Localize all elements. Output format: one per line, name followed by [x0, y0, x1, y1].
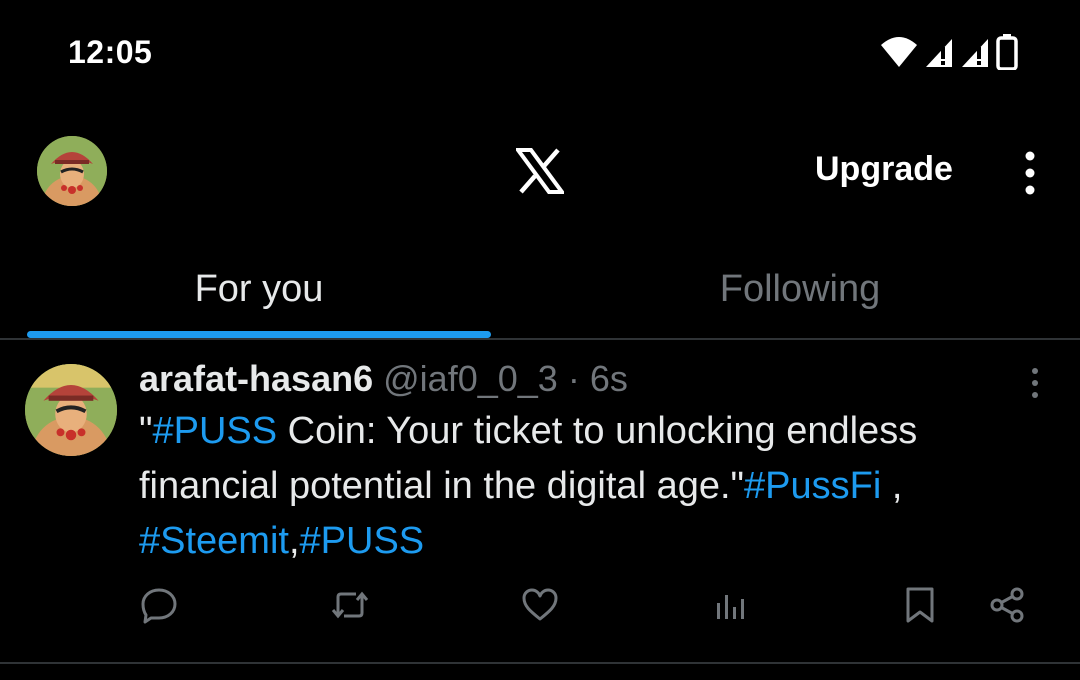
tweet-author-name[interactable]: arafat-hasan6	[139, 358, 373, 399]
tweet-text-segment: ,	[881, 465, 903, 507]
status-bar: 12:05	[0, 0, 1080, 110]
hashtag-link[interactable]: #Steemit	[139, 520, 289, 562]
views-button[interactable]	[710, 585, 750, 625]
tweet-divider	[0, 662, 1080, 664]
upgrade-button[interactable]: Upgrade	[815, 150, 953, 189]
status-time: 12:05	[68, 34, 153, 70]
more-vertical-icon[interactable]	[1018, 150, 1042, 196]
hashtag-link[interactable]: #PUSS	[300, 520, 425, 562]
retweet-button[interactable]	[330, 585, 370, 625]
tweet-text-quote: "	[139, 410, 153, 452]
timeline-tabs: For you Following	[0, 250, 1080, 340]
tweet-header: arafat-hasan6 @iaf0_0_3 · 6s	[139, 358, 628, 400]
tweet-more-icon[interactable]	[1024, 366, 1046, 400]
share-icon	[990, 587, 1024, 623]
bookmark-icon	[906, 587, 934, 623]
reply-icon	[141, 588, 177, 624]
tweet-timestamp: 6s	[589, 358, 628, 399]
cell-signal-icon	[962, 39, 988, 67]
tab-selected-indicator	[27, 331, 491, 338]
cell-signal-icon	[926, 39, 952, 67]
battery-icon	[996, 34, 1018, 70]
tweet-text-segment: ,	[288, 520, 300, 562]
profile-avatar[interactable]	[37, 136, 107, 206]
tab-for-you[interactable]: For you	[0, 268, 518, 311]
tab-following[interactable]: Following	[540, 268, 1060, 311]
tweet-separator: ·	[567, 358, 580, 399]
share-button[interactable]	[987, 585, 1027, 625]
like-button[interactable]	[520, 585, 560, 625]
views-icon	[717, 595, 744, 619]
x-logo-icon[interactable]	[516, 148, 564, 194]
hashtag-link[interactable]: #PUSS	[153, 410, 278, 452]
tweet-text: "#PUSS Coin: Your ticket to unlocking en…	[139, 404, 1059, 569]
hashtag-link[interactable]: #PussFi	[744, 465, 881, 507]
like-icon	[522, 588, 558, 621]
top-app-bar: Upgrade	[0, 120, 1080, 230]
tweet-author-handle[interactable]: @iaf0_0_3	[383, 358, 558, 399]
tweet-author-avatar[interactable]	[25, 364, 117, 456]
status-icons	[880, 34, 1018, 70]
wifi-icon	[881, 37, 917, 67]
bookmark-button[interactable]	[900, 585, 940, 625]
tweet-actions	[0, 585, 1080, 629]
retweet-icon	[331, 591, 369, 619]
reply-button[interactable]	[139, 585, 179, 625]
tweet[interactable]: arafat-hasan6 @iaf0_0_3 · 6s "#PUSS Coin…	[0, 340, 1080, 662]
